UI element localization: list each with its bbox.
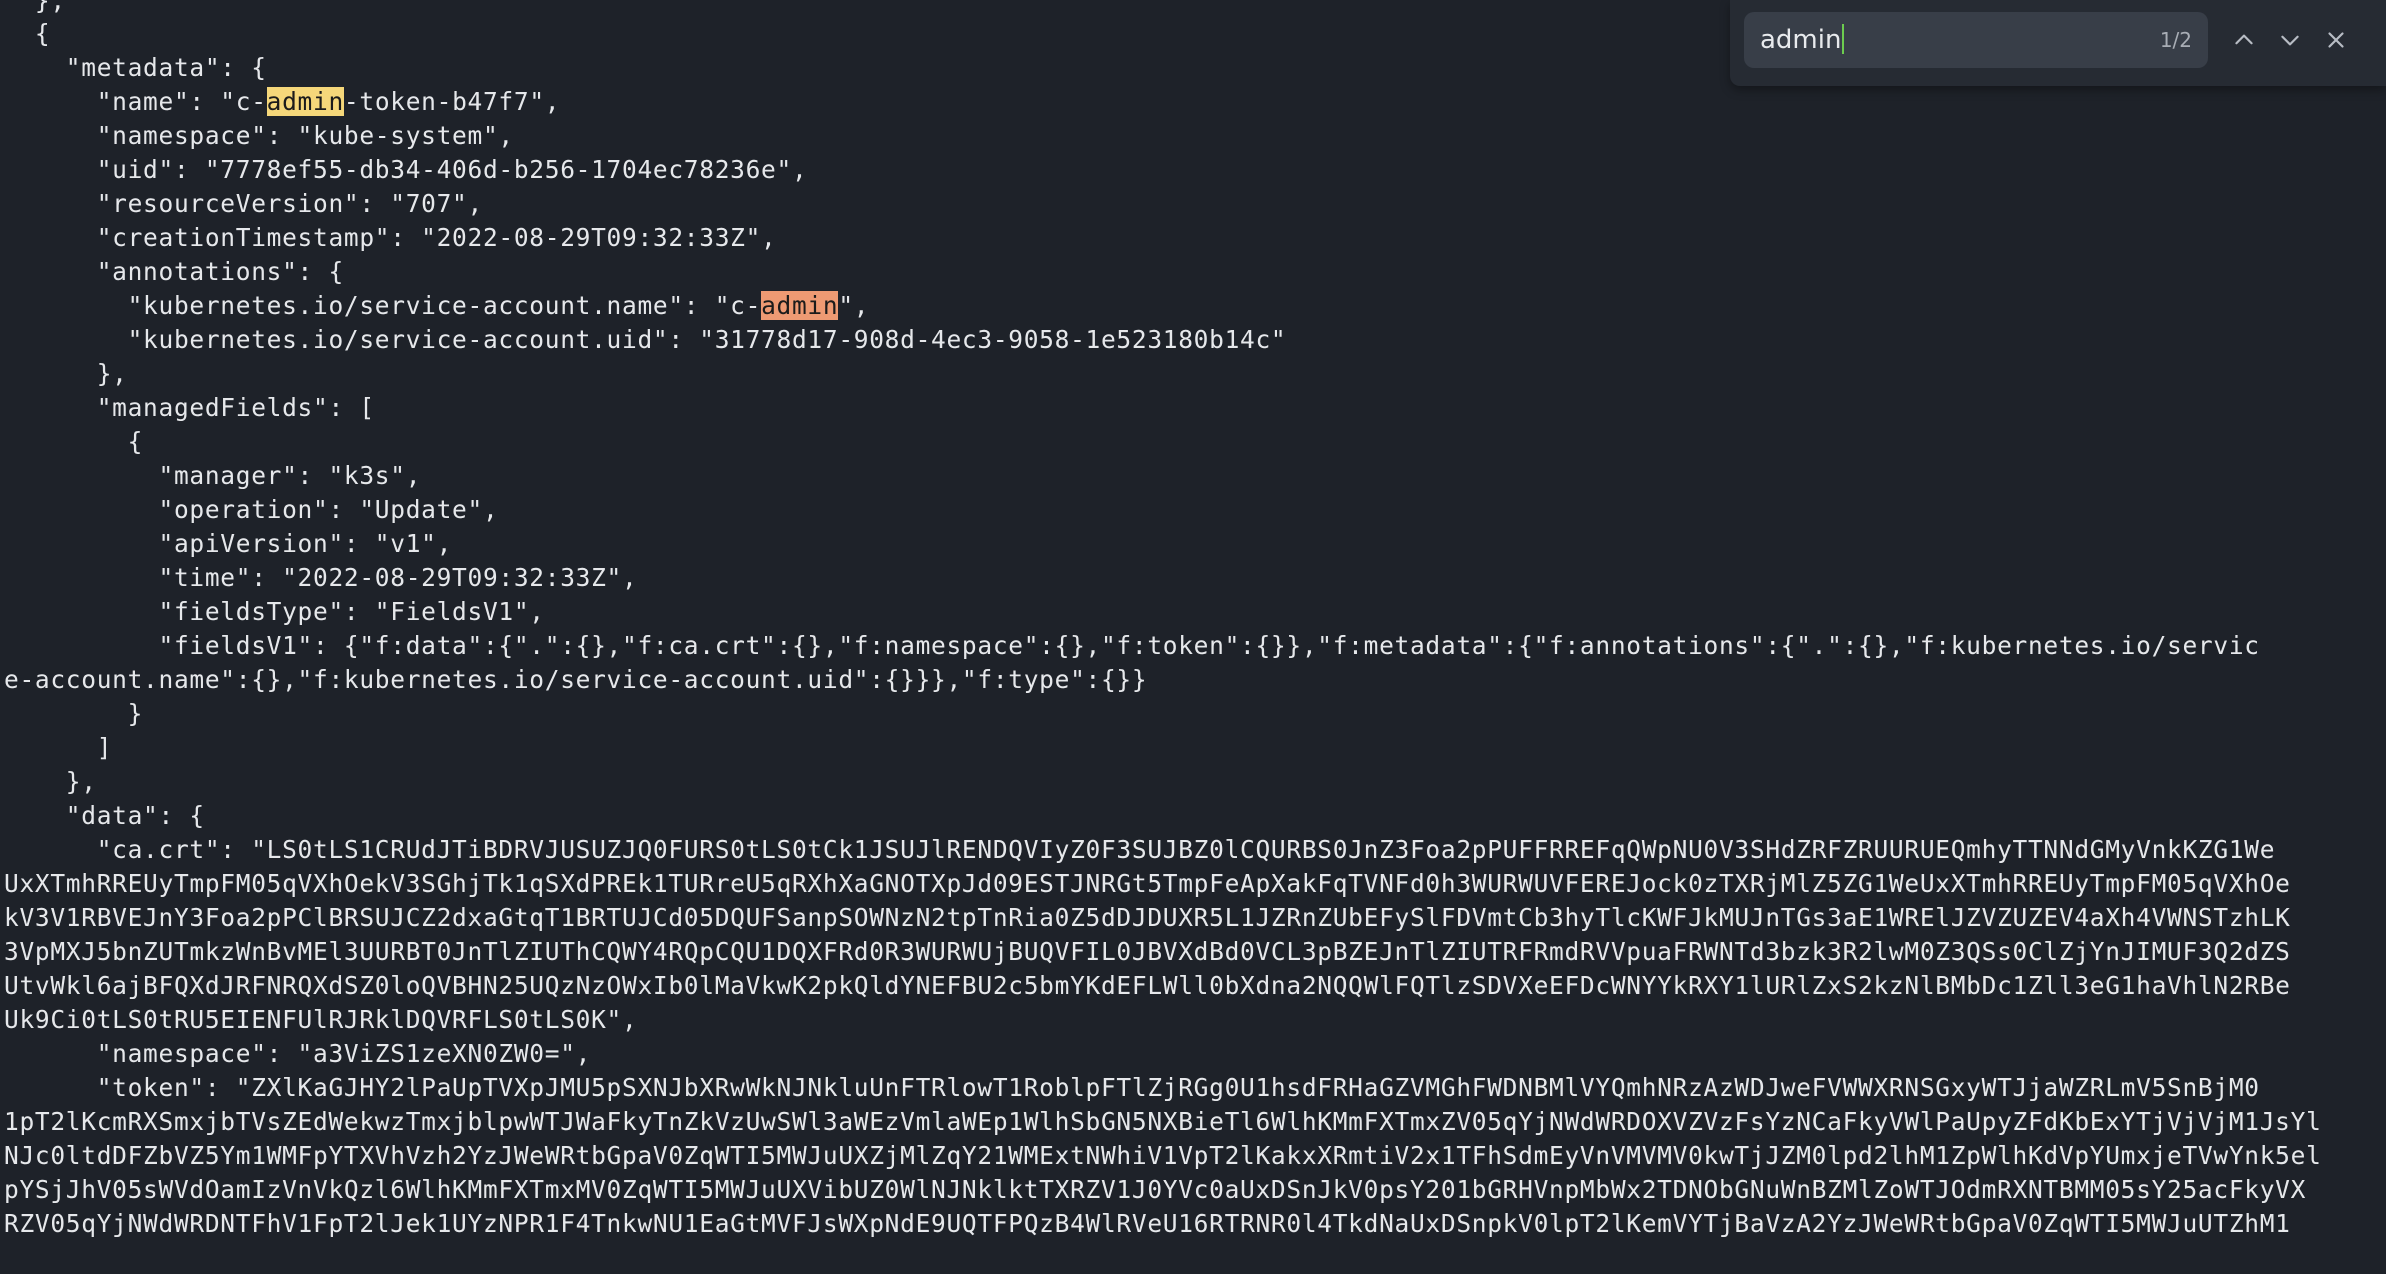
line-text: ",	[838, 291, 870, 320]
current-search-match-highlight: admin	[761, 291, 839, 320]
terminal-line: UtvWkl6ajBFQXdJRFNRQXdSZ0loQVBHN25UQzNzO…	[4, 971, 2291, 1000]
terminal-line: pYSjJhV05sWVdOamIzVnVkQzl6WlhKMmFXTmxMV0…	[4, 1175, 2307, 1204]
terminal-line: RZV05qYjNWdWRDNTFhV1FpT2lJek1UYzNPR1F4Tn…	[4, 1209, 2291, 1238]
terminal-line: "resourceVersion": "707",	[4, 189, 483, 218]
terminal-line: "data": {	[4, 801, 205, 830]
terminal-line: "ca.crt": "LS0tLS1CRUdJTiBDRVJUSUZJQ0FUR…	[4, 835, 2276, 864]
search-match-highlight: admin	[266, 87, 344, 116]
terminal-line: "manager": "k3s",	[4, 461, 422, 490]
terminal-line: NJc0ltdDFZbVZ5Ym1WMFpYTXVhVzh2YzJWeWRtbG…	[4, 1141, 2322, 1170]
terminal-line: "time": "2022-08-29T09:32:33Z",	[4, 563, 638, 592]
find-bar: admin 1/2	[1730, 0, 2386, 86]
close-icon	[2328, 32, 2344, 48]
chevron-down-icon	[2281, 35, 2299, 46]
chevron-up-icon	[2235, 34, 2253, 45]
terminal-line: "annotations": {	[4, 257, 344, 286]
terminal-line: e-account.name":{},"f:kubernetes.io/serv…	[4, 665, 1148, 694]
terminal-output: }, { "metadata": { "name": "c-admin-toke…	[4, 0, 2382, 1274]
terminal-line: },	[4, 359, 128, 388]
terminal-line: "creationTimestamp": "2022-08-29T09:32:3…	[4, 223, 777, 252]
line-text: -token-b47f7",	[343, 87, 561, 116]
terminal-line: "fieldsType": "FieldsV1",	[4, 597, 545, 626]
terminal-line: "kubernetes.io/service-account.name": "c…	[4, 289, 869, 323]
terminal-line: "namespace": "a3ViZS1zeXN0ZW0=",	[4, 1039, 592, 1068]
terminal-line: Uk9Ci0tLS0tRU5EIENFUlRJRklDQVRFLS0tLS0K"…	[4, 1005, 638, 1034]
terminal-line: kV3V1RBVEJnY3Foa2pPClBRSUJCZ2dxaGtqT1BRT…	[4, 903, 2291, 932]
terminal-line: "token": "ZXlKaGJHY2lPaUpTVXpJMU5pSXNJbX…	[4, 1073, 2260, 1102]
terminal-line: "apiVersion": "v1",	[4, 529, 453, 558]
terminal-line: 1pT2lKcmRXSmxjbTVsZEdWekwzTmxjblpwWTJWaF…	[4, 1107, 2322, 1136]
terminal-line: },	[4, 767, 97, 796]
previous-match-button[interactable]	[2226, 22, 2262, 58]
terminal-line: "operation": "Update",	[4, 495, 499, 524]
terminal-line: {	[4, 19, 51, 48]
terminal-line: 3VpMXJ5bnZUTmkzWnBvMEl3UURBT0JnTlZIUThCQ…	[4, 937, 2291, 966]
terminal-line: "metadata": {	[4, 53, 267, 82]
terminal-line: ]	[4, 733, 113, 762]
text-cursor	[1842, 23, 1845, 54]
terminal-line: "uid": "7778ef55-db34-406d-b256-1704ec78…	[4, 155, 808, 184]
find-query-text: admin	[1760, 12, 1845, 68]
terminal-line: {	[4, 427, 144, 456]
terminal-line: "managedFields": [	[4, 393, 375, 422]
terminal-line: },	[4, 0, 66, 15]
find-query-value: admin	[1760, 25, 1842, 55]
line-text: "kubernetes.io/service-account.name": "c…	[4, 291, 762, 320]
next-match-button[interactable]	[2272, 22, 2308, 58]
terminal-line: "namespace": "kube-system",	[4, 121, 514, 150]
line-text: "name": "c-	[4, 87, 267, 116]
terminal-line: "fieldsV1": {"f:data":{".":{},"f:ca.crt"…	[4, 631, 2260, 660]
match-count: 1/2	[2159, 28, 2192, 52]
terminal-line: "name": "c-admin-token-b47f7",	[4, 85, 560, 119]
terminal-line: }	[4, 699, 144, 728]
find-input[interactable]: admin 1/2	[1744, 12, 2208, 68]
terminal-line: "kubernetes.io/service-account.uid": "31…	[4, 325, 1287, 354]
close-find-button[interactable]	[2318, 22, 2354, 58]
terminal-line: UxXTmhRREUyTmpFM05qVXhOekV3SGhjTk1qSXdPR…	[4, 869, 2291, 898]
